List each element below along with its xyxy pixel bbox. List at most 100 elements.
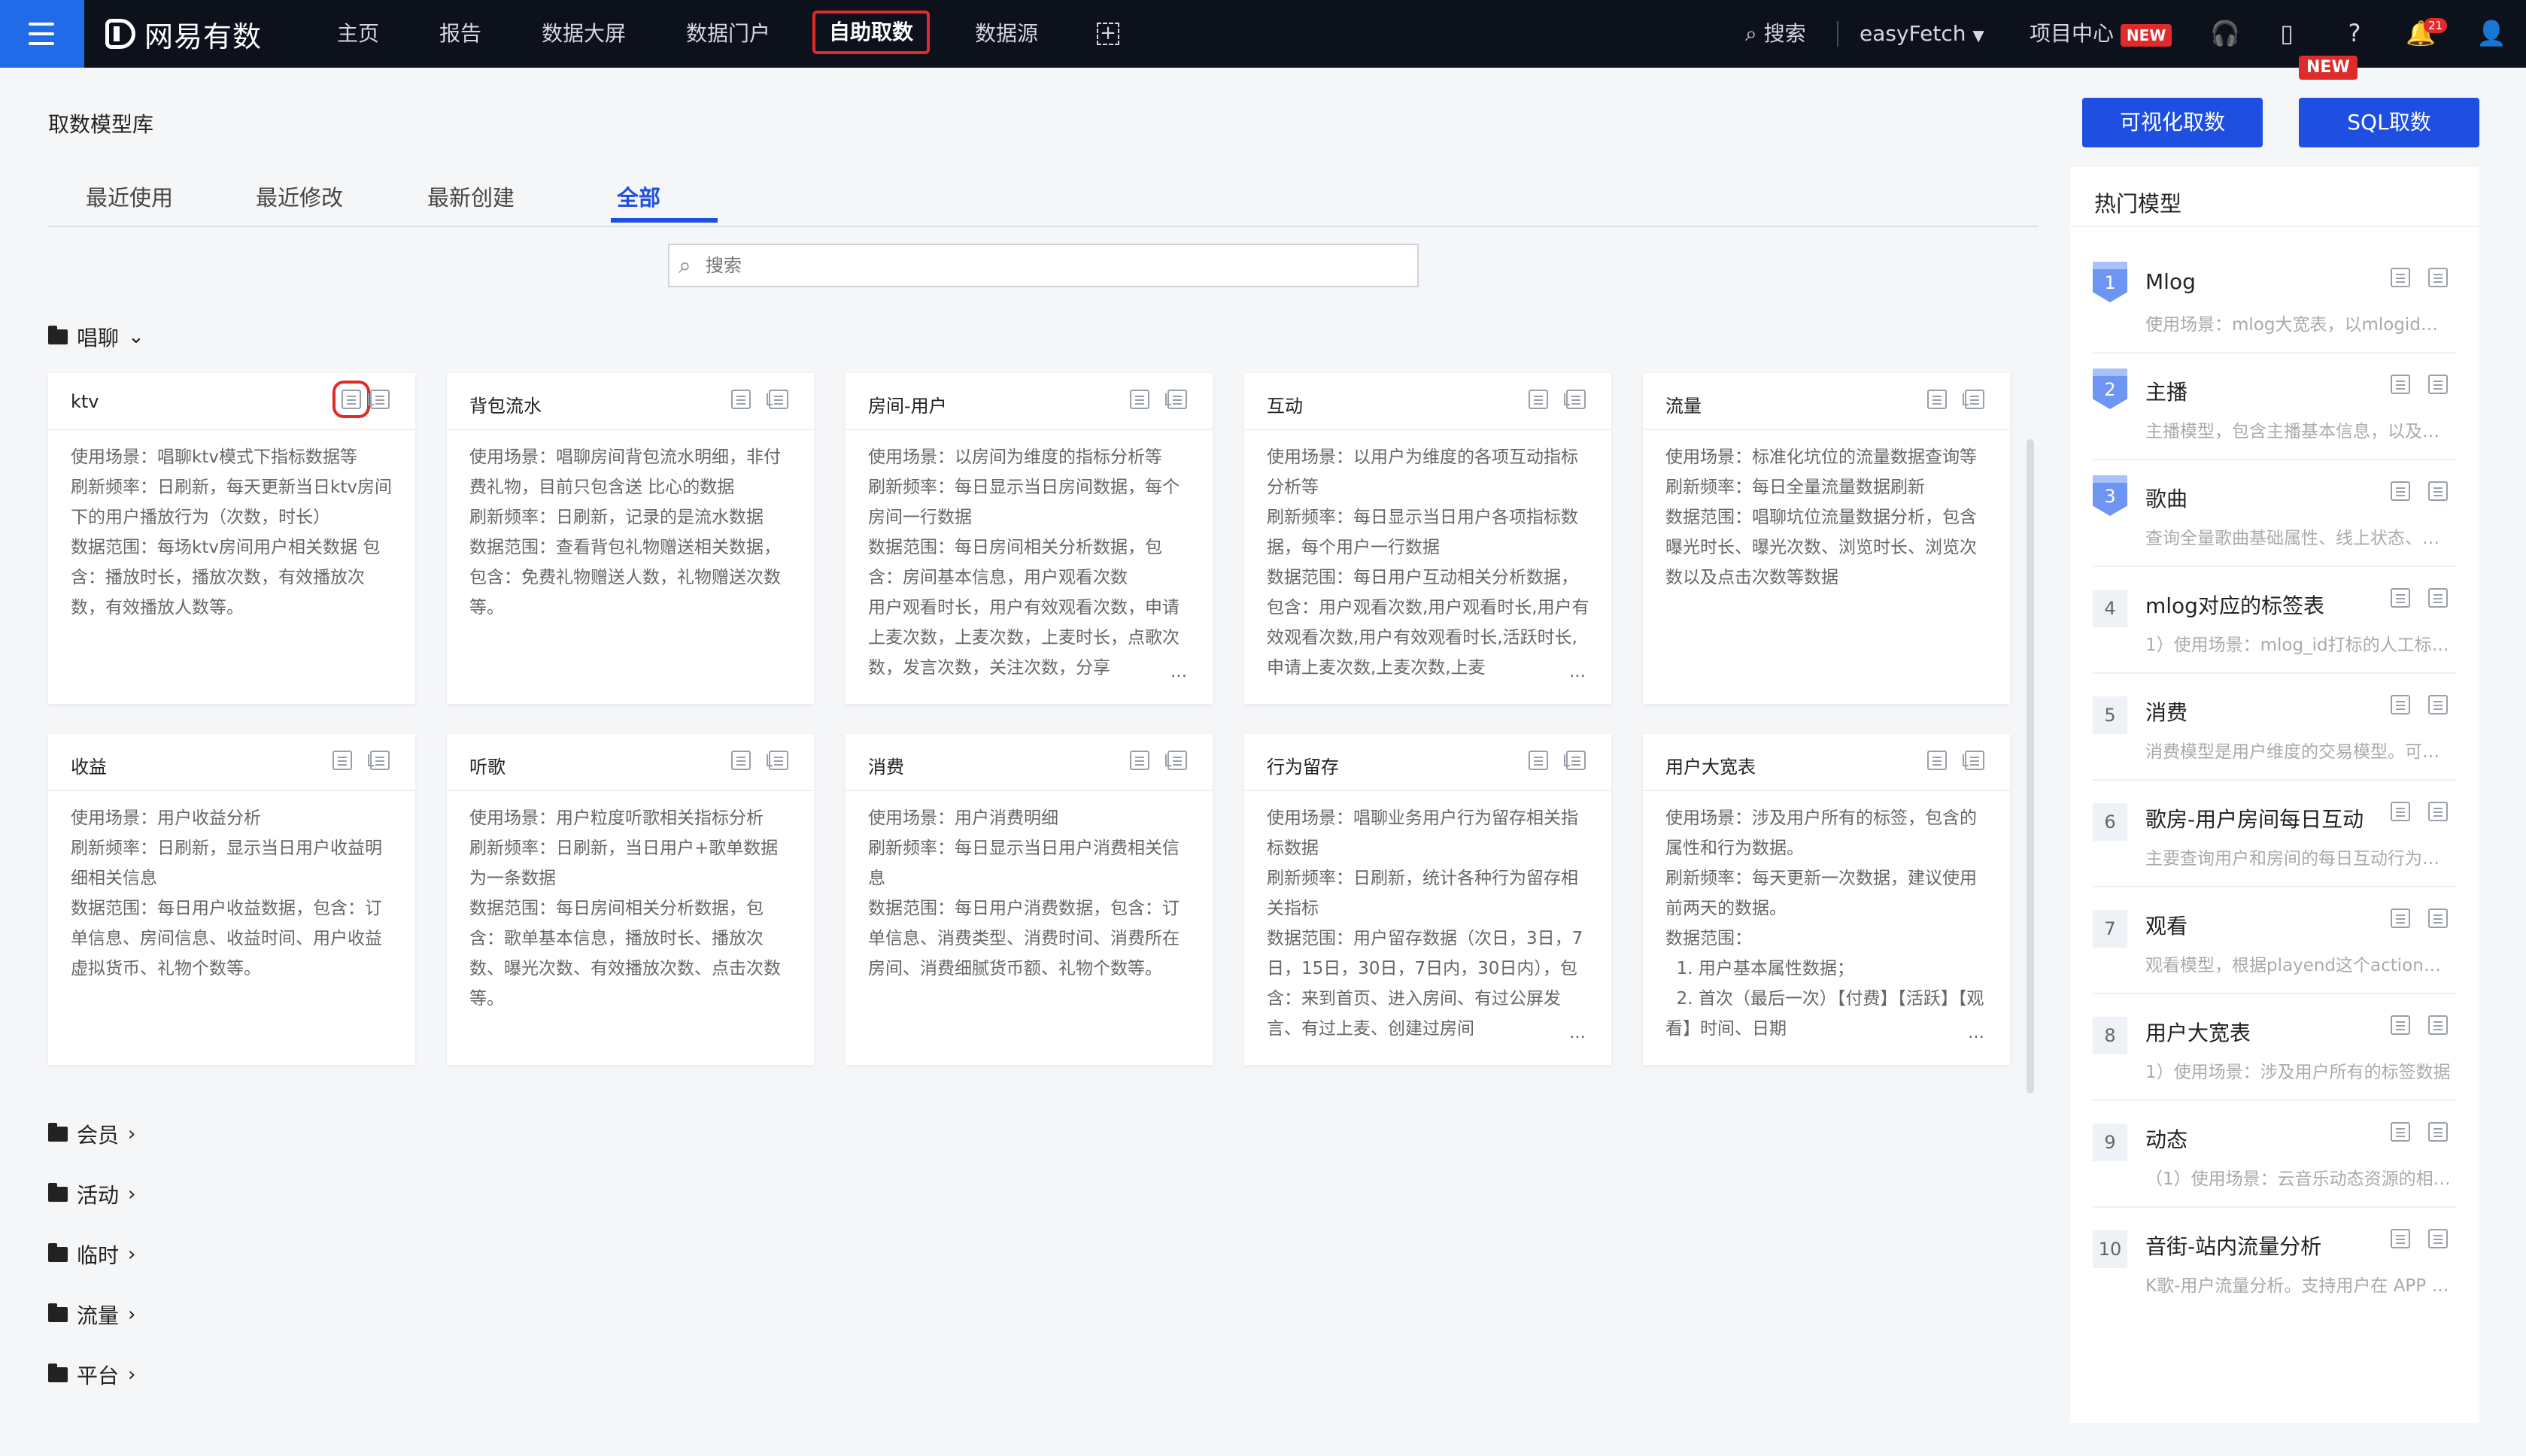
detail-icon[interactable] [332,381,370,418]
hot-model-item[interactable]: 9 动态 （1）使用场景：云音乐动态资源的相关数据 [2093,1101,2457,1208]
card-title: 背包流水 [469,396,542,417]
menu-toggle-button[interactable] [0,0,84,68]
hot-model-item[interactable]: 5 消费 消费模型是用户维度的交易模型。可用于分析 [2093,674,2457,781]
group-header-activity[interactable]: 活动 › [48,1179,135,1209]
hot-model-item[interactable]: 10 音街-站内流量分析 K歌-用户流量分析。支持用户在 APP 内的行为 [2093,1208,2457,1313]
detail-icon[interactable] [2391,1122,2410,1142]
sql-fetch-button[interactable]: SQL取数 [2299,98,2479,147]
group-header-traffic[interactable]: 流量 › [48,1300,135,1330]
nav-self-service-fetch[interactable]: 自助取数 [812,11,931,54]
copy-icon[interactable] [1564,390,1586,409]
group-label: 活动 [77,1183,120,1208]
model-card[interactable]: 互动 使用场景：以用户为维度的各项互动指标分析等 刷新频率：每日显示当日用户各项… [1244,373,1611,704]
nav-home[interactable]: 主页 [337,15,379,53]
model-card[interactable]: 流量 使用场景：标准化坑位的流量数据查询等 刷新频率：每日全量流量数据刷新 数据… [1643,373,2010,704]
user-dropdown[interactable]: easyFetch ▼ [1860,15,1984,53]
detail-icon[interactable] [2391,268,2410,287]
card-header: 消费 [846,734,1213,791]
copy-icon[interactable] [2428,588,2448,608]
detail-icon[interactable] [2391,695,2410,714]
detail-icon[interactable] [1529,751,1548,770]
hot-model-item[interactable]: 2 主播 主播模型，包含主播基本信息，以及主播相关数据 [2093,353,2457,460]
model-card[interactable]: 听歌 使用场景：用户粒度听歌相关指标分析 刷新频率：日刷新，当日用户+歌单数据为… [447,734,814,1065]
copy-icon[interactable] [1963,751,1984,770]
detail-icon[interactable] [1529,390,1548,409]
detail-icon[interactable] [1130,751,1149,770]
copy-icon[interactable] [1165,751,1187,770]
user-icon[interactable]: 👤 [2476,18,2506,48]
copy-icon[interactable] [368,751,390,770]
detail-icon[interactable] [2391,1015,2410,1035]
hot-model-item[interactable]: 4 mlog对应的标签表 1）使用场景：mlog_id打标的人工标签数据 [2093,567,2457,674]
app-logo[interactable]: 网易有数 [105,14,262,54]
hot-model-item[interactable]: 1 Mlog 使用场景：mlog大宽表，以mlogid为维度的数据 [2093,247,2457,353]
tab-recently-used[interactable]: 最近使用 [86,180,173,212]
group-header-platform[interactable]: 平台 › [48,1360,135,1390]
card-description: 使用场景：用户粒度听歌相关指标分析 刷新频率：日刷新，当日用户+歌单数据为一条数… [469,808,781,1009]
detail-icon[interactable] [2391,375,2410,394]
global-search[interactable]: ⌕ 搜索 [1745,15,1806,53]
detail-icon[interactable] [2391,588,2410,608]
nav-data-screen[interactable]: 数据大屏 [542,15,626,53]
copy-icon[interactable] [2428,1229,2448,1248]
copy-icon[interactable] [767,390,788,409]
hot-model-item[interactable]: 6 歌房-用户房间每日互动 主要查询用户和房间的每日互动行为数据 [2093,781,2457,887]
help-icon[interactable]: ? [2339,18,2370,48]
detail-icon[interactable] [1130,390,1149,409]
tab-all[interactable]: 全部 [617,180,660,212]
detail-icon[interactable] [332,751,352,770]
copy-icon[interactable] [1564,751,1586,770]
visual-fetch-button[interactable]: 可视化取数 [2082,98,2263,147]
rank-medal-icon: 2 [2093,369,2127,409]
copy-icon[interactable] [2428,481,2448,501]
copy-icon[interactable] [1963,390,1984,409]
panel-divider [2070,226,2479,227]
headset-icon[interactable]: 🎧 [2210,18,2240,48]
group-header-changliao[interactable]: 唱聊 ⌄ [48,322,144,352]
card-header: 房间-用户 [846,373,1213,430]
model-card[interactable]: 消费 使用场景：用户消费明细 刷新频率：每日显示当日用户消费相关信息 数据范围：… [846,734,1213,1065]
model-card[interactable]: 收益 使用场景：用户收益分析 刷新频率：日刷新，显示当日用户收益明细相关信息 数… [48,734,415,1065]
detail-icon[interactable] [2391,481,2410,501]
copy-icon[interactable] [2428,1015,2448,1035]
model-card[interactable]: ktv 使用场景：唱聊ktv模式下指标数据等 刷新频率：日刷新，每天更新当日kt… [48,373,415,704]
detail-icon[interactable] [1927,751,1947,770]
caret-down-icon: ▼ [1972,26,1984,44]
model-card[interactable]: 背包流水 使用场景：唱聊房间背包流水明细，非付费礼物，目前只包含送 比心的数据 … [447,373,814,704]
tab-recently-modified[interactable]: 最近修改 [256,180,343,212]
nav-report[interactable]: 报告 [439,15,481,53]
group-header-temporary[interactable]: 临时 › [48,1239,135,1269]
add-tab-icon[interactable]: + [1097,23,1119,45]
logo-text: 网易有数 [144,20,263,53]
nav-data-portal[interactable]: 数据门户 [686,15,770,53]
hot-model-item[interactable]: 3 歌曲 查询全量歌曲基础属性、线上状态、歌曲数据 [2093,460,2457,567]
detail-icon[interactable] [2391,1229,2410,1248]
group-header-member[interactable]: 会员 › [48,1119,135,1149]
copy-icon[interactable] [368,390,390,409]
hot-model-item[interactable]: 7 观看 观看模型，根据playend这个action计算 [2093,887,2457,994]
folder-icon [48,1303,68,1322]
model-card[interactable]: 行为留存 使用场景：唱聊业务用户行为留存相关指标数据 刷新频率：日刷新，统计各种… [1244,734,1611,1065]
copy-icon[interactable] [1165,390,1187,409]
copy-icon[interactable] [2428,908,2448,928]
copy-icon[interactable] [2428,375,2448,394]
detail-icon[interactable] [731,390,751,409]
detail-icon[interactable] [1927,390,1947,409]
model-card[interactable]: 房间-用户 使用场景：以房间为维度的指标分析等 刷新频率：每日显示当日房间数据，… [846,373,1213,704]
scrollbar[interactable] [2027,439,2034,1094]
hot-model-item[interactable]: 8 用户大宽表 1）使用场景：涉及用户所有的标签数据 [2093,994,2457,1101]
detail-icon[interactable] [731,751,751,770]
nav-data-source[interactable]: 数据源 [975,15,1038,53]
copy-icon[interactable] [2428,1122,2448,1142]
copy-icon[interactable] [2428,802,2448,821]
detail-icon[interactable] [2391,802,2410,821]
tablet-icon[interactable]: ▯ [2272,18,2302,48]
model-search-input[interactable] [704,251,1384,280]
project-center-link[interactable]: 项目中心 NEW [2030,15,2172,53]
copy-icon[interactable] [2428,268,2448,287]
copy-icon[interactable] [767,751,788,770]
model-card[interactable]: 用户大宽表 使用场景：涉及用户所有的标签，包含的属性和行为数据。 刷新频率：每天… [1643,734,2010,1065]
detail-icon[interactable] [2391,908,2410,928]
tab-newest-created[interactable]: 最新创建 [427,180,515,212]
copy-icon[interactable] [2428,695,2448,714]
